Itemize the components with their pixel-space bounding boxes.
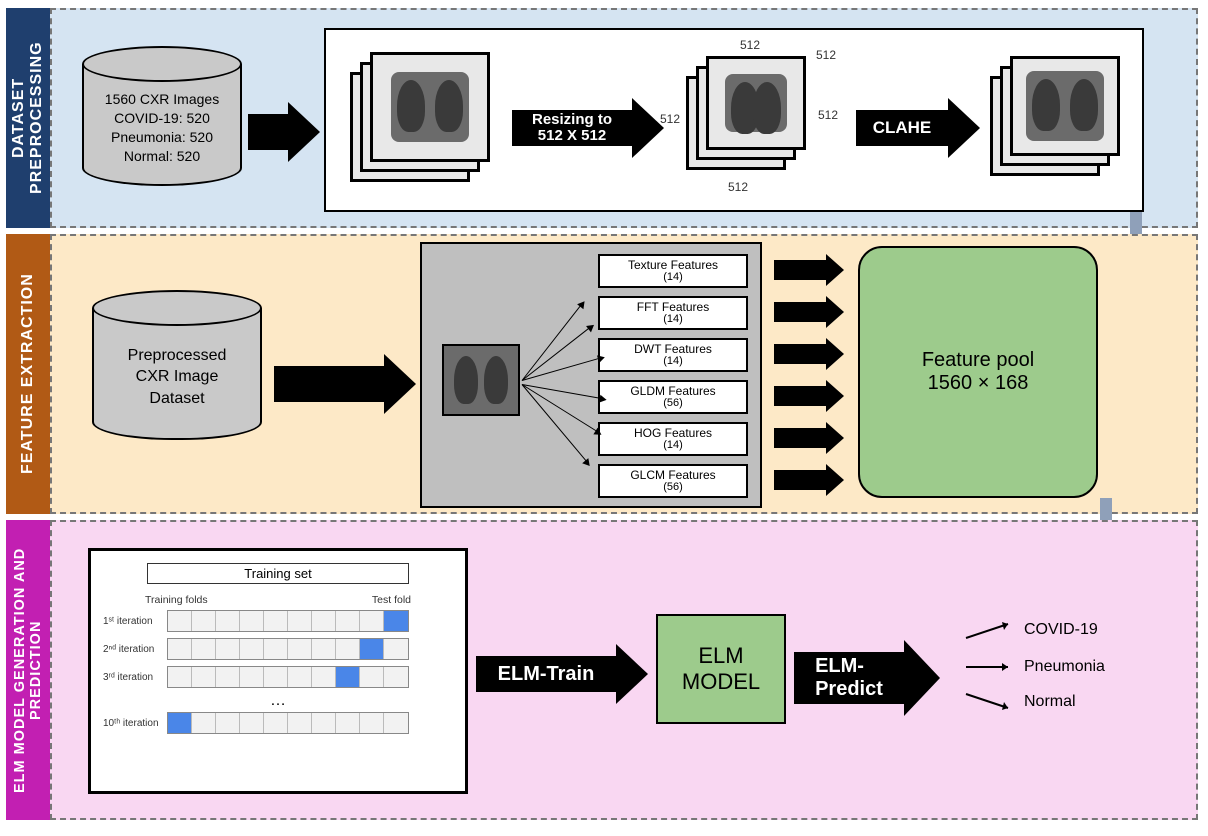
arrow-elm-predict: ELM- Predict bbox=[794, 640, 940, 716]
kfold-panel: Training set Training folds Test fold 1ˢ… bbox=[88, 548, 468, 794]
featline-0 bbox=[522, 305, 581, 380]
arrow-featpool-5 bbox=[774, 464, 844, 496]
output-normal: Normal bbox=[964, 692, 1076, 712]
dim-top: 512 bbox=[740, 38, 760, 52]
kfold-row-2-label: 3ʳᵈ iteration bbox=[103, 672, 167, 683]
feature-pool: Feature pool 1560 × 168 bbox=[858, 246, 1098, 498]
stage-label-feature: FEATURE EXTRACTION bbox=[6, 234, 50, 514]
arrow-featpool-1 bbox=[774, 296, 844, 328]
stage-label-preprocess: DATASET PREPROCESSING bbox=[6, 8, 50, 228]
out-arrow-icon bbox=[964, 692, 1018, 712]
preprocessed-cylinder: Preprocessed CXR Image Dataset bbox=[92, 290, 262, 440]
feature-box-dwt: DWT Features (14) bbox=[598, 338, 748, 372]
output-pneumonia-label: Pneumonia bbox=[1024, 658, 1105, 676]
dim-right1: 512 bbox=[816, 48, 836, 62]
arrow-clahe: CLAHE bbox=[856, 98, 980, 158]
featline-5 bbox=[522, 384, 587, 461]
kfold-row-3-label: 10ᵗʰ iteration bbox=[103, 718, 167, 729]
arrow-featpool-0 bbox=[774, 254, 844, 286]
feature-box-glcm: GLCM Features (56) bbox=[598, 464, 748, 498]
feature-box-fft: FFT Features (14) bbox=[598, 296, 748, 330]
feature-name-5: GLCM Features bbox=[630, 469, 715, 482]
kfold-row-0-label: 1ˢᵗ iteration bbox=[103, 616, 167, 627]
dim-left: 512 bbox=[660, 112, 680, 126]
arrow-elm-train: ELM-Train bbox=[476, 644, 648, 704]
feature-count-4: (14) bbox=[663, 440, 683, 452]
output-covid: COVID-19 bbox=[964, 620, 1098, 640]
feature-box-gldm: GLDM Features (56) bbox=[598, 380, 748, 414]
stage-label-elm: ELM MODEL GENERATION AND PREDICTION bbox=[6, 520, 50, 820]
feature-count-0: (14) bbox=[663, 272, 683, 284]
preproc-line2: CXR Image bbox=[136, 366, 219, 388]
feature-pool-dims: 1560 × 168 bbox=[928, 372, 1029, 395]
preproc-line3: Dataset bbox=[149, 388, 204, 410]
stage-preprocess: 1560 CXR Images COVID-19: 520 Pneumonia:… bbox=[50, 8, 1198, 228]
feat-input-image bbox=[442, 344, 520, 416]
feature-name-3: GLDM Features bbox=[630, 385, 715, 398]
kfold-row-3: 10ᵗʰ iteration bbox=[103, 712, 453, 734]
feature-panel: Texture Features (14) FFT Features (14) … bbox=[420, 242, 762, 508]
arrow-to-featpanel bbox=[274, 354, 416, 414]
dim-bottom: 512 bbox=[728, 180, 748, 194]
kfold-trainingset-bar: Training set bbox=[147, 563, 409, 584]
kfold-row-1: 2ⁿᵈ iteration bbox=[103, 638, 453, 660]
feature-name-1: FFT Features bbox=[637, 301, 709, 314]
arrow-elm-train-label: ELM-Train bbox=[498, 663, 595, 686]
feature-name-4: HOG Features bbox=[634, 427, 712, 440]
arrow-featpool-2 bbox=[774, 338, 844, 370]
feature-count-1: (14) bbox=[663, 314, 683, 326]
kfold-legend-train: Training folds bbox=[145, 594, 208, 606]
output-normal-label: Normal bbox=[1024, 693, 1076, 711]
arrow-dataset-to-panel bbox=[248, 102, 320, 162]
dim-right2: 512 bbox=[818, 108, 838, 122]
feature-name-0: Texture Features bbox=[628, 259, 718, 272]
out-arrow-icon bbox=[964, 660, 1018, 674]
arrow-elm-predict-label: ELM- Predict bbox=[815, 655, 883, 701]
kfold-row-2: 3ʳᵈ iteration bbox=[103, 666, 453, 688]
feature-name-2: DWT Features bbox=[634, 343, 712, 356]
dataset-line2: COVID-19: 520 bbox=[114, 109, 210, 128]
arrow-featpool-4 bbox=[774, 422, 844, 454]
elm-model-label: ELM MODEL bbox=[682, 643, 760, 696]
feature-box-hog: HOG Features (14) bbox=[598, 422, 748, 456]
feature-pool-title: Feature pool bbox=[922, 349, 1034, 372]
kfold-row-0: 1ˢᵗ iteration bbox=[103, 610, 453, 632]
kfold-row-1-label: 2ⁿᵈ iteration bbox=[103, 644, 167, 655]
feature-box-texture: Texture Features (14) bbox=[598, 254, 748, 288]
arrow-resize: Resizing to 512 X 512 bbox=[512, 98, 664, 158]
elm-model-box: ELM MODEL bbox=[656, 614, 786, 724]
stage-feature: Preprocessed CXR Image Dataset Texture F… bbox=[50, 234, 1198, 514]
output-covid-label: COVID-19 bbox=[1024, 621, 1098, 639]
arrow-featpool-3 bbox=[774, 380, 844, 412]
feature-count-2: (14) bbox=[663, 356, 683, 368]
feature-count-5: (56) bbox=[663, 482, 683, 494]
kfold-legend-test: Test fold bbox=[372, 594, 411, 606]
preprocess-panel: Resizing to 512 X 512 512 512 512 512 51… bbox=[324, 28, 1144, 212]
arrow-clahe-label: CLAHE bbox=[873, 118, 932, 138]
dataset-line1: 1560 CXR Images bbox=[105, 90, 219, 109]
out-arrow-icon bbox=[964, 620, 1018, 640]
dataset-line3: Pneumonia: 520 bbox=[111, 128, 213, 147]
feature-count-3: (56) bbox=[663, 398, 683, 410]
preproc-line1: Preprocessed bbox=[128, 345, 227, 367]
stage-elm: Training set Training folds Test fold 1ˢ… bbox=[50, 520, 1198, 820]
kfold-legend: Training folds Test fold bbox=[145, 594, 411, 606]
kfold-ellipsis: … bbox=[103, 692, 453, 710]
output-pneumonia: Pneumonia bbox=[964, 658, 1105, 676]
dataset-line4: Normal: 520 bbox=[124, 147, 200, 166]
arrow-resize-label: Resizing to 512 X 512 bbox=[532, 112, 612, 144]
dataset-cylinder: 1560 CXR Images COVID-19: 520 Pneumonia:… bbox=[82, 46, 242, 186]
